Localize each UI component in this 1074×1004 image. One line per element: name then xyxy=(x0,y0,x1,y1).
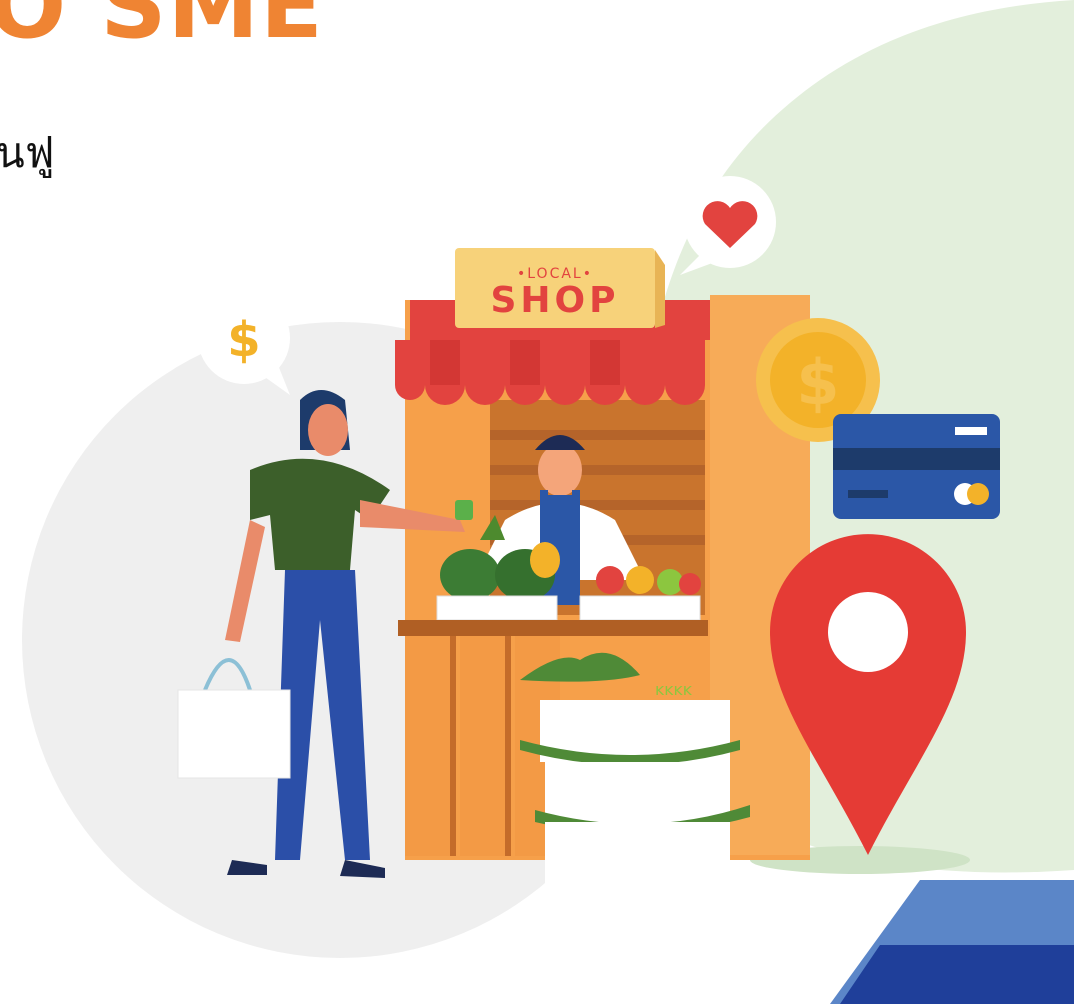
sign-main-text: SHOP xyxy=(490,280,619,321)
blue-stripe-front xyxy=(840,945,1074,1004)
svg-text:ĸĸĸĸ: ĸĸĸĸ xyxy=(655,680,693,699)
credit-card-icon xyxy=(833,414,1000,519)
bubble-dollar-text: $ xyxy=(227,312,260,368)
awning-scallops xyxy=(395,340,705,405)
crate-left xyxy=(436,595,558,621)
crate-right xyxy=(579,595,701,621)
stall-counter xyxy=(398,620,708,636)
local-shop-illustration: •LOCAL• SHOP ĸĸĸĸ $ $ xyxy=(22,0,1074,1004)
coin-dollar-text: $ xyxy=(796,346,839,419)
shop-sign: •LOCAL• SHOP xyxy=(455,248,665,328)
